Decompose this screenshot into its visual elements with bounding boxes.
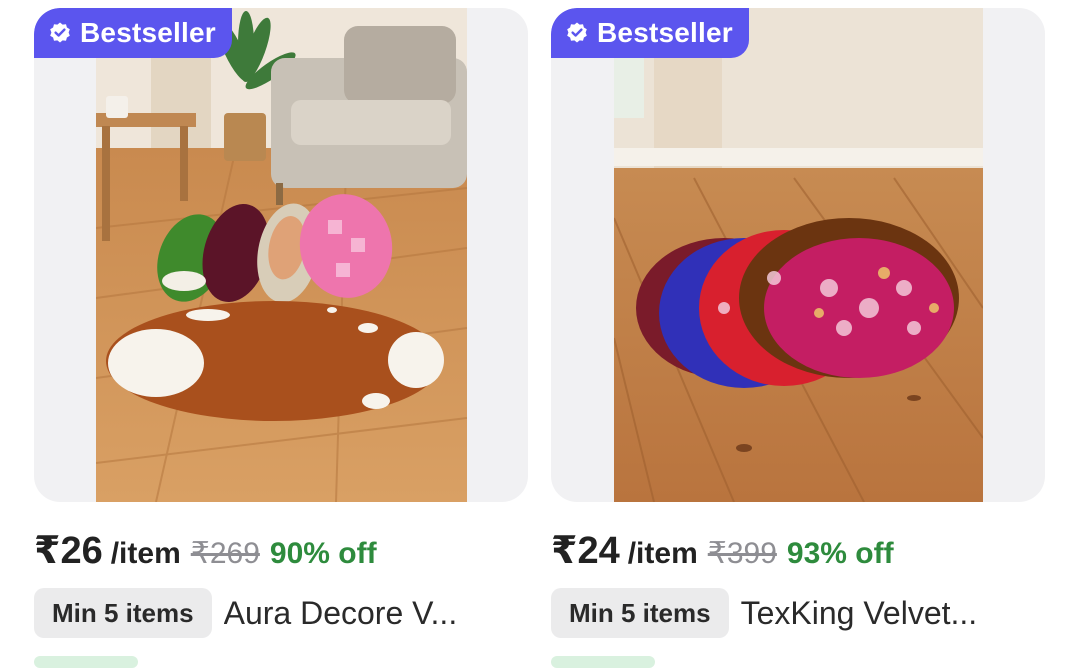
info-row: Min 5 items TexKing Velvet... [551, 588, 1003, 638]
partial-tag [34, 656, 138, 668]
product-title[interactable]: TexKing Velvet... [741, 595, 1003, 632]
badge-label: Bestseller [80, 17, 216, 48]
verified-check-icon [50, 22, 70, 43]
price-row: ₹24 /item ₹399 93% off [551, 528, 894, 573]
price-unit: /item [110, 537, 181, 570]
discount-label: 90% off [269, 537, 377, 570]
product-image-frame[interactable]: Bestseller [34, 8, 528, 502]
product-image[interactable] [96, 8, 467, 502]
partial-tag [551, 656, 655, 668]
original-price: ₹269 [190, 537, 260, 570]
info-row: Min 5 items Aura Decore V... [34, 588, 486, 638]
price-unit: /item [627, 537, 698, 570]
verified-check-icon [567, 22, 587, 43]
bestseller-badge: Bestseller [551, 8, 749, 58]
badge-label: Bestseller [597, 17, 733, 48]
price: ₹26 [34, 530, 103, 572]
price: ₹24 [551, 530, 620, 572]
product-card[interactable]: Bestseller [34, 8, 528, 668]
product-card[interactable]: Bestseller [551, 8, 1045, 668]
original-price: ₹399 [707, 537, 777, 570]
discount-label: 93% off [786, 537, 894, 570]
price-row: ₹26 /item ₹269 90% off [34, 528, 377, 573]
min-order-pill: Min 5 items [34, 588, 212, 638]
bestseller-badge: Bestseller [34, 8, 232, 58]
min-order-pill: Min 5 items [551, 588, 729, 638]
floral-velvet-mats-photo-icon [614, 8, 983, 502]
round-rug-photo-icon [96, 8, 467, 502]
product-title[interactable]: Aura Decore V... [224, 595, 486, 632]
product-image[interactable] [614, 8, 983, 502]
product-image-frame[interactable]: Bestseller [551, 8, 1045, 502]
